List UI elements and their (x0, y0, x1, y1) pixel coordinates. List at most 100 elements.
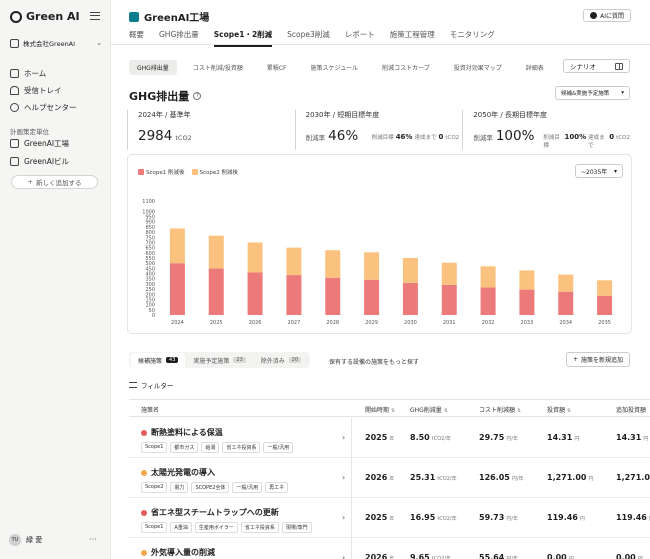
ghg-title-text: GHG排出量 (129, 90, 190, 103)
nav-home[interactable]: ホーム (10, 68, 46, 79)
unit-factory[interactable]: GreenAI工場 (10, 138, 69, 149)
ptab-candidates[interactable]: 候補施策 43 (131, 352, 186, 368)
table-row[interactable]: 太陽光発電の導入 Scope2 電力 SCOPE2全体 一般/汎用 再エネ › 2026… (129, 458, 650, 498)
y-tick-label: 1000 (142, 209, 155, 215)
filter-button[interactable]: フィルター (129, 380, 173, 390)
year-range-select[interactable]: ~2035年 ▾ (575, 164, 623, 178)
user-profile[interactable]: TU 緑 愛 (9, 534, 42, 546)
bar-scope1-2027[interactable] (286, 275, 302, 315)
org-switcher[interactable]: 株式会社GreenAI ⌄ (10, 36, 102, 50)
bar-scope1-2035[interactable] (597, 295, 613, 315)
subtab-cost[interactable]: コスト削減/投資額 (185, 60, 251, 75)
bar-scope1-2024[interactable] (169, 263, 185, 315)
col-start[interactable]: 開始時期 ⇅ (365, 405, 395, 414)
bar-scope1-2032[interactable] (480, 287, 496, 315)
sub-label: 削減目標 (543, 135, 560, 149)
bar-scope1-2033[interactable] (519, 289, 535, 315)
nav-inbox[interactable]: 受信トレイ (10, 85, 62, 96)
question-icon[interactable]: ? (193, 92, 202, 100)
cell-value: 2025 (365, 513, 388, 522)
add-unit-button[interactable]: + 新しく追加する (11, 175, 98, 189)
subtab-schedule[interactable]: 施策スケジュール (303, 60, 367, 75)
filter-label: フィルター (141, 382, 174, 390)
cell-value: 1,271.00 (547, 473, 587, 482)
cell-value: 119.46 (616, 513, 647, 522)
x-tick-label: 2031 (443, 320, 456, 326)
x-tick-label: 2030 (404, 320, 417, 326)
bar-scope2-2030[interactable] (402, 258, 418, 283)
bar-scope2-2026[interactable] (247, 242, 263, 273)
legend-swatch (138, 169, 144, 175)
bar-scope2-2034[interactable] (558, 274, 574, 292)
subtab-detail[interactable]: 詳細表 (518, 60, 552, 75)
bar-scope2-2024[interactable] (169, 228, 185, 264)
bar-scope1-2034[interactable] (558, 291, 574, 315)
stat-sub: 削減目標 100% 達成まで 0 tCO2 (543, 133, 630, 149)
scenario-button[interactable]: シナリオ (563, 59, 630, 73)
bar-scope1-2029[interactable] (364, 279, 380, 315)
bar-scope2-2027[interactable] (286, 247, 302, 276)
menu-icon[interactable] (90, 12, 100, 20)
bar-scope2-2028[interactable] (325, 250, 341, 278)
new-measure-button[interactable]: + 施策を新規追加 (565, 352, 630, 367)
column-divider (351, 458, 352, 497)
bar-scope2-2031[interactable] (441, 262, 457, 285)
ai-ask-button[interactable]: AIに質問 (583, 9, 631, 22)
legend-label: Scope1 削減後 (146, 170, 185, 176)
app-logo[interactable]: Green AI (10, 10, 80, 23)
chevron-right-icon[interactable]: › (342, 433, 345, 442)
sub-value: 46% (395, 133, 413, 141)
table-row[interactable]: 省エネ型スチームトラップへの更新 Scope1 A重油 生産用ボイラー 省エネ投資系現… (129, 498, 650, 538)
cell-inv: 119.46 円 (547, 513, 585, 522)
table-row[interactable]: 断熱塗料による保温 Scope1 都市ガス 給湯 省エネ投資系 一般/汎用 › 2025… (129, 418, 650, 458)
ptab-excluded[interactable]: 除外済み 20 (254, 353, 308, 368)
tag: 再エネ (265, 482, 289, 493)
bar-scope2-2029[interactable] (364, 252, 380, 280)
table-row[interactable]: 外気導入量の削減 › 2026 年 9.65 tCO2/年 55.64 円/年 … (129, 538, 650, 559)
ptab-label: 実施予定施策 (193, 357, 230, 365)
subtab-curve[interactable]: 削減コストカーブ (374, 60, 438, 75)
bar-scope1-2025[interactable] (208, 268, 224, 315)
find-more-link[interactable]: 保有する設備の施策をもっと探す (329, 357, 419, 366)
col-investment[interactable]: 投資額 ⇅ (547, 405, 571, 414)
x-tick-label: 2027 (288, 320, 301, 326)
bar-scope2-2033[interactable] (519, 270, 535, 290)
status-dot (141, 469, 147, 476)
company-icon (10, 38, 19, 48)
app-name: Green AI (26, 10, 80, 23)
chevron-right-icon[interactable]: › (342, 513, 345, 522)
nav-help[interactable]: ヘルプセンター (10, 102, 77, 113)
sort-icon: ⇅ (391, 408, 396, 414)
subtab-roi-map[interactable]: 投資対効果マップ (446, 60, 510, 75)
bar-scope1-2026[interactable] (247, 272, 263, 315)
subtab-ghg[interactable]: GHG排出量 (129, 60, 177, 75)
chevron-right-icon[interactable]: › (342, 553, 345, 559)
unit-label: GreenAIビル (24, 157, 70, 166)
chevron-down-icon: ⌄ (96, 39, 102, 47)
y-tick-label: 100 (145, 303, 155, 309)
chevron-right-icon[interactable]: › (342, 473, 345, 482)
subtab-cf[interactable]: 累積CF (259, 60, 295, 75)
cell-unit: tCO2/年 (437, 476, 457, 482)
tag: 電力 (170, 482, 189, 493)
col-cost[interactable]: コスト削減額 ⇅ (479, 405, 521, 414)
bar-scope1-2031[interactable] (441, 284, 457, 315)
y-tick-label: 250 (145, 287, 155, 293)
col-additional[interactable]: 追加投資額 (616, 405, 646, 414)
bar-scope1-2028[interactable] (325, 277, 341, 315)
more-icon[interactable]: ··· (89, 535, 97, 544)
cell-cost: 29.75 円/年 (479, 433, 518, 442)
bar-scope2-2025[interactable] (208, 235, 224, 269)
bar-scope1-2030[interactable] (402, 282, 418, 315)
col-ghg[interactable]: GHG削減量 ⇅ (410, 405, 448, 414)
bar-scope2-2035[interactable] (597, 280, 613, 296)
avatar: TU (9, 534, 21, 546)
col-name[interactable]: 施策名 (141, 405, 159, 414)
cell-unit: 円 (588, 476, 594, 482)
y-tick-label: 800 (145, 230, 155, 236)
ptab-planned[interactable]: 実施予定施策 23 (186, 353, 252, 368)
bar-scope2-2032[interactable] (480, 266, 496, 288)
unit-building[interactable]: GreenAIビル (10, 156, 69, 167)
measure-filter-select[interactable]: 候補&実施予定施策 ▾ (555, 86, 630, 100)
y-tick-label: 150 (145, 297, 155, 303)
